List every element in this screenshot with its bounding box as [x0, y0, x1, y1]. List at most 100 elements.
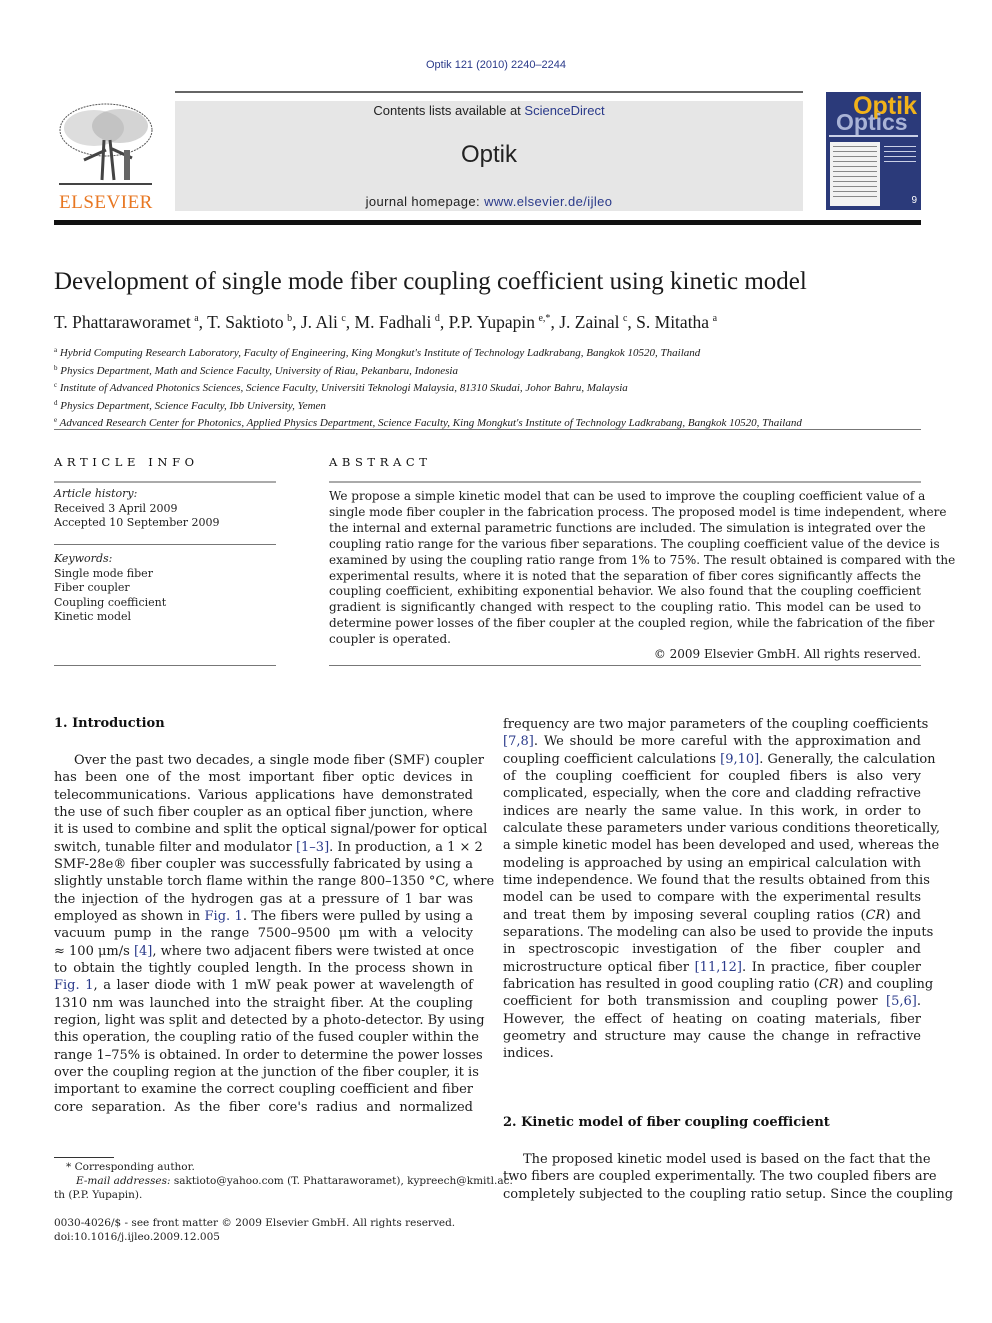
text-line: vacuum pump in the range 7500–9500 μm wi…	[54, 925, 473, 942]
text-run: indices.	[503, 1046, 554, 1062]
text-line: slightly unstable torch flame within the…	[54, 873, 494, 890]
text-line: employed as shown in Fig. 1. The fibers …	[54, 908, 473, 925]
author-name[interactable]: P.P. Yupapin	[449, 312, 539, 332]
section-heading-introduction: 1. Introduction	[54, 716, 165, 731]
author-name[interactable]: J. Zainal	[559, 312, 623, 332]
author-name[interactable]: S. Mitatha	[636, 312, 712, 332]
text-run: ≈ 100 μm/s	[54, 943, 134, 959]
journal-cover-image[interactable]: Optik Optics 9	[826, 92, 921, 210]
abstract-heading: ABSTRACT	[329, 455, 432, 469]
affiliation-divider	[54, 429, 921, 430]
author-separator: ,	[627, 312, 637, 332]
text-line: telecommunications. Various applications…	[54, 787, 473, 804]
reference-link[interactable]: [7,8]	[503, 734, 534, 749]
homepage-line: journal homepage: www.elsevier.de/ijleo	[175, 194, 803, 209]
abstract-line: examined by using the coupling ratio ran…	[329, 552, 956, 567]
email-addresses[interactable]: saktioto@yahoo.com (T. Phattaraworamet),…	[171, 1175, 513, 1187]
text-line: it is used to combine and split the opti…	[54, 821, 487, 838]
text-run: to obtain the tightly coupled length. In…	[54, 960, 473, 976]
contents-label: Contents lists available at	[373, 103, 525, 118]
text-line: switch, tunable filter and modulator [1–…	[54, 839, 483, 856]
text-run: important to examine the correct couplin…	[54, 1082, 473, 1098]
text-run: range 1–75% is obtained. In order to det…	[54, 1047, 483, 1063]
abstract-line: gradient is significantly changed with r…	[329, 600, 921, 615]
text-line: has been one of the most important fiber…	[54, 769, 473, 786]
sciencedirect-link[interactable]: ScienceDirect	[524, 103, 604, 118]
text-line: microstructure optical fiber [11,12]. In…	[503, 959, 921, 976]
text-run: The proposed kinetic model used is based…	[523, 1152, 931, 1167]
text-line: and treat them by imposing several coupl…	[503, 907, 921, 924]
author-name[interactable]: T. Saktioto	[207, 312, 287, 332]
reference-link[interactable]: [4]	[134, 944, 152, 959]
reference-link[interactable]: [11,12]	[695, 960, 742, 975]
keywords-label: Keywords:	[54, 552, 113, 565]
text-run: . The fibers were pulled by using a	[242, 908, 473, 924]
text-run: . We should be more careful with the app…	[533, 734, 921, 750]
author-name[interactable]: J. Ali	[301, 312, 341, 332]
text-run: time independence. We found that the res…	[503, 872, 930, 888]
text-run: fabrication has resulted in good couplin…	[503, 976, 819, 992]
text-run: slightly unstable torch flame within the…	[54, 874, 495, 890]
italic-term: CR	[865, 907, 886, 923]
text-run: SMF-28e® fiber coupler was successfully …	[54, 856, 473, 872]
text-run: the injection of the hydrogen gas at a p…	[54, 891, 473, 907]
text-run: , where two adjacent fibers were twisted…	[152, 943, 475, 959]
text-run: region, light was split and detected by …	[54, 1012, 485, 1028]
text-line: the use of such fiber coupler as an opti…	[54, 804, 473, 821]
text-line: geometry and structure may cause the cha…	[503, 1028, 921, 1045]
text-line: over the coupling region at the junction…	[54, 1064, 479, 1081]
history-label: Article history:	[54, 487, 138, 500]
journal-homepage-link[interactable]: www.elsevier.de/ijleo	[484, 194, 612, 209]
author-separator: ,	[439, 312, 449, 332]
text-run: , a laser diode with 1 mW peak power at …	[93, 978, 474, 994]
abstract-copyright: © 2009 Elsevier GmbH. All rights reserve…	[653, 647, 921, 661]
text-run: separations. The modeling can also be us…	[503, 924, 934, 940]
text-run: complicated, especially, when the core a…	[503, 786, 921, 802]
author-name[interactable]: M. Fadhali	[355, 312, 435, 332]
author-separator: ,	[198, 312, 208, 332]
affiliation-marker[interactable]: e,*	[538, 313, 550, 324]
text-run: . In practice, fiber coupler	[741, 959, 921, 975]
keyword: Coupling coefficient	[54, 595, 167, 609]
cover-side-text	[884, 142, 916, 166]
text-line: core separation. As the fiber core's rad…	[54, 1099, 473, 1116]
affiliation-text: Hybrid Computing Research Laboratory, Fa…	[57, 347, 701, 359]
text-run: this operation, the coupling ratio of th…	[54, 1030, 479, 1046]
text-line: coupling coefficient calculations [9,10]…	[503, 751, 936, 768]
text-line: 1310 nm was launched into the straight f…	[54, 995, 473, 1012]
section-heading-kinetic-model: 2. Kinetic model of fiber coupling coeff…	[503, 1115, 830, 1130]
keywords-divider	[54, 665, 276, 666]
text-run: ) and coupling	[838, 976, 934, 992]
affiliation: c Institute of Advanced Photonics Scienc…	[54, 378, 802, 396]
homepage-label: journal homepage:	[365, 194, 485, 209]
reference-link[interactable]: [5,6]	[886, 994, 917, 1009]
text-run: geometry and structure may cause the cha…	[503, 1028, 921, 1044]
text-line: indices are nearly the same value. In th…	[503, 803, 921, 820]
text-line: to obtain the tightly coupled length. In…	[54, 960, 473, 977]
affiliation-marker[interactable]: a	[713, 313, 717, 324]
text-line: Over the past two decades, a single mode…	[54, 752, 484, 769]
reference-link[interactable]: Fig. 1	[54, 978, 94, 993]
cover-issue-number: 9	[911, 195, 917, 206]
journal-citation[interactable]: Optik 121 (2010) 2240–2244	[0, 59, 992, 71]
affiliation-list: a Hybrid Computing Research Laboratory, …	[54, 343, 802, 431]
author-separator: ,	[345, 312, 355, 332]
author-name[interactable]: T. Phattaraworamet	[54, 312, 194, 332]
doi-link[interactable]: doi:10.1016/j.ijleo.2009.12.005	[54, 1230, 220, 1244]
reference-link[interactable]: [9,10]	[720, 752, 759, 767]
text-run: telecommunications. Various applications…	[54, 787, 473, 803]
email-label: E-mail addresses:	[76, 1175, 171, 1187]
text-run: . Generally, the calculation	[759, 751, 936, 767]
text-run: microstructure optical fiber	[503, 959, 695, 975]
text-run: model can be used to compare with the ex…	[503, 890, 921, 906]
text-run: ) and	[885, 907, 921, 923]
cover-title-optics: Optics	[836, 109, 908, 135]
text-run: and treat them by imposing several coupl…	[503, 907, 866, 923]
reference-link[interactable]: [1–3]	[296, 840, 329, 855]
email-line: E-mail addresses: saktioto@yahoo.com (T.…	[76, 1174, 513, 1188]
reference-link[interactable]: Fig. 1	[205, 909, 243, 924]
article-title: Development of single mode fiber couplin…	[54, 268, 807, 295]
affiliation: b Physics Department, Math and Science F…	[54, 361, 802, 379]
article-history: Article history: Received 3 April 2009 A…	[54, 487, 220, 531]
elsevier-wordmark: ELSEVIER	[59, 192, 153, 213]
